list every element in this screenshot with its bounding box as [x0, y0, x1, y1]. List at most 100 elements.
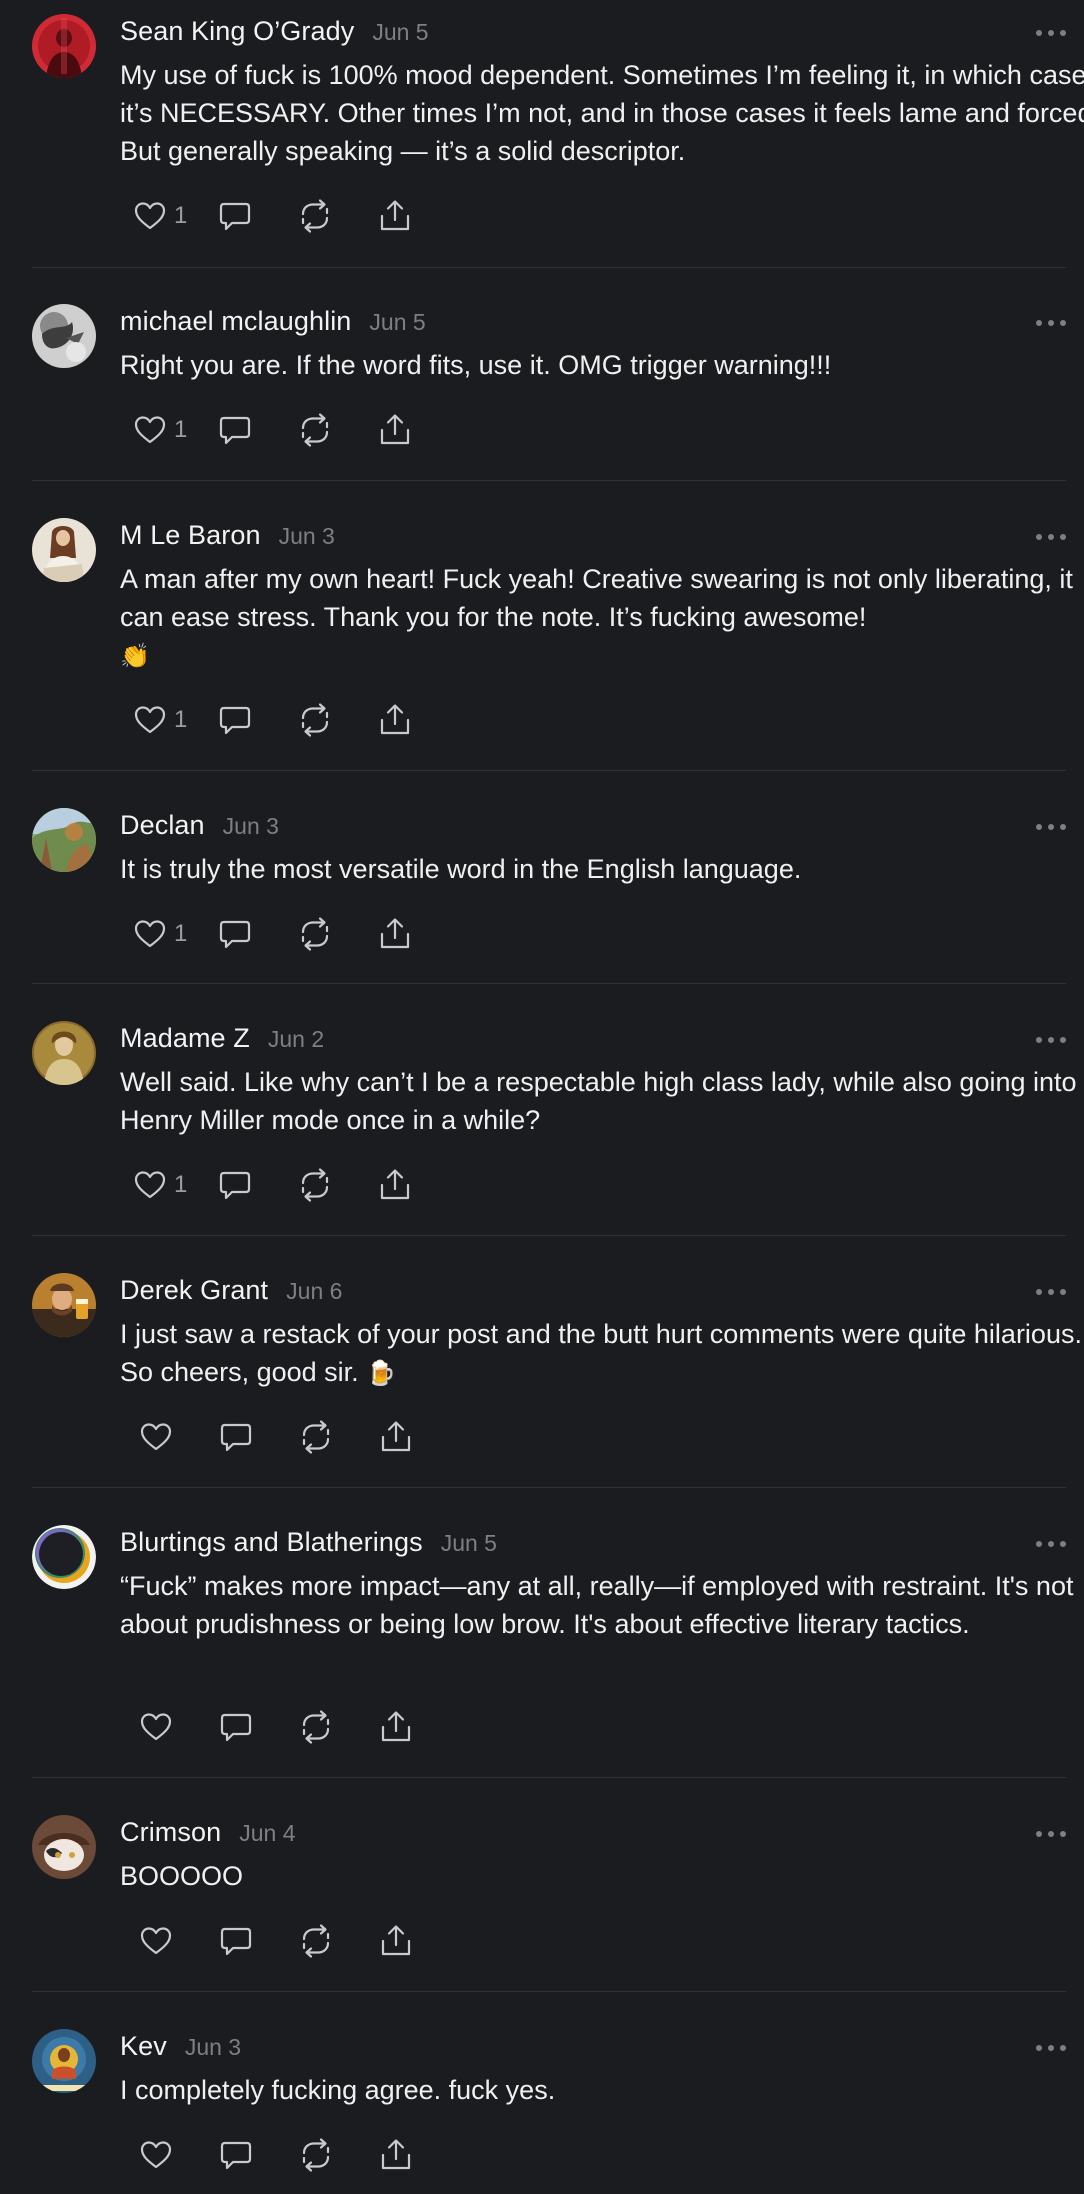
restack-button[interactable]: [298, 1417, 334, 1457]
share-upload-icon: [378, 1419, 414, 1455]
avatar[interactable]: [32, 518, 96, 582]
comment-date[interactable]: Jun 6: [286, 1278, 342, 1305]
avatar[interactable]: [32, 1021, 96, 1085]
restack-button[interactable]: [297, 700, 333, 740]
comment-date[interactable]: Jun 3: [223, 813, 279, 840]
ellipsis-icon: [1036, 1289, 1042, 1295]
share-button[interactable]: [377, 700, 413, 740]
more-options-button[interactable]: [1036, 1825, 1066, 1843]
author-name[interactable]: Sean King O’Grady: [120, 16, 354, 47]
comment-text: My use of fuck is 100% mood dependent. S…: [120, 60, 1084, 166]
more-options-button[interactable]: [1036, 1535, 1066, 1553]
speech-bubble-icon: [217, 412, 253, 448]
reply-button[interactable]: [217, 1165, 253, 1205]
like-button[interactable]: [138, 1921, 174, 1961]
reply-button[interactable]: [217, 410, 253, 450]
avatar[interactable]: [32, 1525, 96, 1589]
comment-header: Derek Grant Jun 6: [120, 1275, 342, 1311]
author-name[interactable]: Madame Z: [120, 1023, 250, 1054]
restack-button[interactable]: [297, 196, 333, 236]
comment-date[interactable]: Jun 5: [441, 1530, 497, 1557]
reply-button[interactable]: [217, 914, 253, 954]
restack-arrows-icon: [298, 2137, 334, 2173]
comment-date[interactable]: Jun 4: [239, 1820, 295, 1847]
author-name[interactable]: Crimson: [120, 1817, 221, 1848]
comment-date[interactable]: Jun 2: [268, 1026, 324, 1053]
heart-icon: [132, 916, 168, 952]
comment-text: A man after my own heart! Fuck yeah! Cre…: [120, 560, 1084, 675]
share-button[interactable]: [378, 2135, 414, 2175]
more-options-button[interactable]: [1036, 1283, 1066, 1301]
share-button[interactable]: [378, 1417, 414, 1457]
restack-button[interactable]: [297, 914, 333, 954]
share-button[interactable]: [377, 196, 413, 236]
ellipsis-icon: [1036, 30, 1042, 36]
more-options-button[interactable]: [1036, 818, 1066, 836]
comment-item: Derek Grant Jun 6 I just saw a restack o…: [32, 1273, 1082, 1468]
avatar[interactable]: [32, 808, 96, 872]
comment-text: I completely fucking agree. fuck yes.: [120, 2075, 556, 2105]
heart-icon: [138, 2137, 174, 2173]
more-options-button[interactable]: [1036, 314, 1066, 332]
restack-button[interactable]: [298, 1921, 334, 1961]
comment-date[interactable]: Jun 5: [369, 309, 425, 336]
author-name[interactable]: Declan: [120, 810, 205, 841]
like-button[interactable]: 1: [132, 196, 187, 236]
author-name[interactable]: Blurtings and Blatherings: [120, 1527, 423, 1558]
comment-item: Kev Jun 3 I completely fucking agree. fu…: [32, 2029, 1066, 2189]
author-name[interactable]: Kev: [120, 2031, 167, 2062]
reply-button[interactable]: [218, 1417, 254, 1457]
reply-button[interactable]: [217, 196, 253, 236]
comment-date[interactable]: Jun 3: [185, 2034, 241, 2061]
speech-bubble-icon: [218, 1709, 254, 1745]
ellipsis-icon: [1036, 534, 1042, 540]
avatar[interactable]: [32, 1273, 96, 1337]
share-button[interactable]: [377, 410, 413, 450]
comment-actions: 1: [132, 914, 413, 954]
avatar[interactable]: [32, 14, 96, 78]
restack-button[interactable]: [297, 410, 333, 450]
restack-button[interactable]: [298, 2135, 334, 2175]
restack-button[interactable]: [298, 1707, 334, 1747]
share-button[interactable]: [377, 914, 413, 954]
share-button[interactable]: [378, 1921, 414, 1961]
share-button[interactable]: [378, 1707, 414, 1747]
author-name[interactable]: michael mclaughlin: [120, 306, 351, 337]
more-options-button[interactable]: [1036, 24, 1066, 42]
comment-date[interactable]: Jun 3: [279, 523, 335, 550]
restack-button[interactable]: [297, 1165, 333, 1205]
speech-bubble-icon: [217, 198, 253, 234]
comment-date[interactable]: Jun 5: [372, 19, 428, 46]
comment-text-body: I just saw a restack of your post and th…: [120, 1319, 1082, 1387]
restack-arrows-icon: [298, 1709, 334, 1745]
reply-button[interactable]: [218, 2135, 254, 2175]
reply-button[interactable]: [218, 1707, 254, 1747]
speech-bubble-icon: [218, 2137, 254, 2173]
avatar[interactable]: [32, 304, 96, 368]
beer-mug-emoji: 🍺: [366, 1359, 397, 1387]
share-button[interactable]: [377, 1165, 413, 1205]
comment-item: Crimson Jun 4 BOOOOO: [32, 1815, 1066, 1965]
author-name[interactable]: M Le Baron: [120, 520, 261, 551]
reply-button[interactable]: [217, 700, 253, 740]
comment-header: Declan Jun 3: [120, 810, 279, 846]
reply-button[interactable]: [218, 1921, 254, 1961]
avatar-image: [32, 518, 96, 582]
like-button[interactable]: 1: [132, 410, 187, 450]
more-options-button[interactable]: [1036, 2039, 1066, 2057]
like-button[interactable]: 1: [132, 700, 187, 740]
author-name[interactable]: Derek Grant: [120, 1275, 268, 1306]
more-options-button[interactable]: [1036, 528, 1066, 546]
like-button[interactable]: 1: [132, 1165, 187, 1205]
avatar[interactable]: [32, 1815, 96, 1879]
like-button[interactable]: [138, 1707, 174, 1747]
share-upload-icon: [378, 1709, 414, 1745]
restack-arrows-icon: [297, 1167, 333, 1203]
avatar[interactable]: [32, 2029, 96, 2093]
like-button[interactable]: [138, 2135, 174, 2175]
like-button[interactable]: 1: [132, 914, 187, 954]
like-button[interactable]: [138, 1417, 174, 1457]
ellipsis-icon: [1036, 320, 1042, 326]
comment-text: “Fuck” makes more impact—any at all, rea…: [120, 1571, 1074, 1639]
more-options-button[interactable]: [1036, 1031, 1066, 1049]
